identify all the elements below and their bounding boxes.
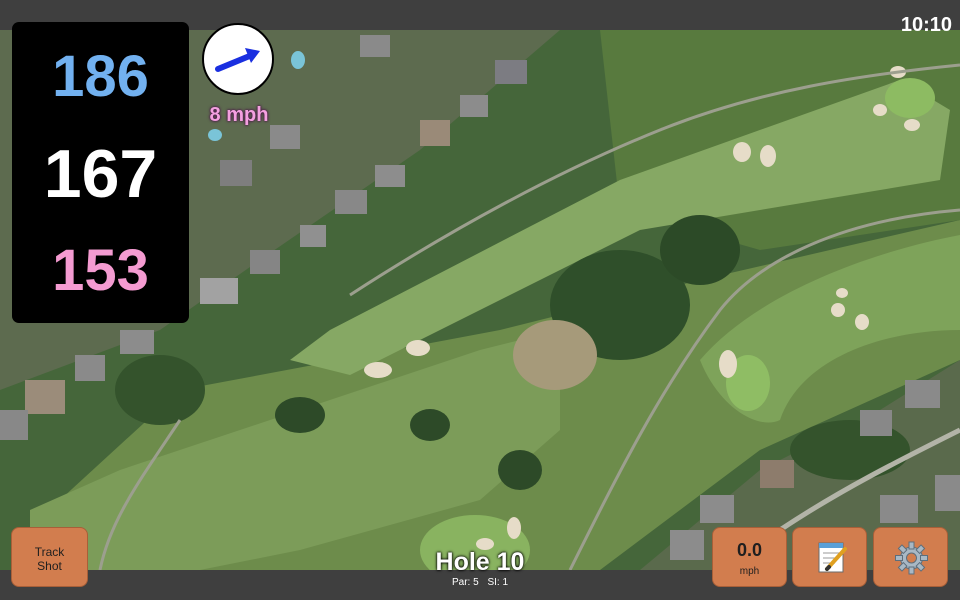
track-shot-label-line1: Track [34,545,65,559]
hole-par: Par: 5 [451,577,479,588]
hole-title: Hole 10 [435,548,525,576]
speed-value: 0.0 [736,540,763,560]
track-shot-label-line2: Shot [37,559,62,573]
notepad-icon [818,542,847,573]
wind-speed-label: 8 mph [209,104,269,126]
back-of-green-yardage: 186 [52,44,149,109]
hole-info: Par: 5 SI: 1 [410,577,550,588]
wind-direction-dial [202,23,274,95]
clock-time: 10:10 [900,14,952,36]
gear-icon [895,541,928,575]
speed-unit: mph [739,566,760,577]
middle-of-green-yardage: 167 [43,136,158,212]
notes-button[interactable] [792,527,867,587]
hole-stroke-index: SI: 1 [487,577,509,588]
settings-button[interactable] [873,527,948,587]
yardage-panel: 186 167 153 [12,22,189,323]
arrow-icon [215,48,260,72]
speed-button[interactable]: 0.0 mph [712,527,787,587]
front-of-green-yardage: 153 [52,238,149,303]
track-shot-button[interactable]: Track Shot [11,527,88,587]
